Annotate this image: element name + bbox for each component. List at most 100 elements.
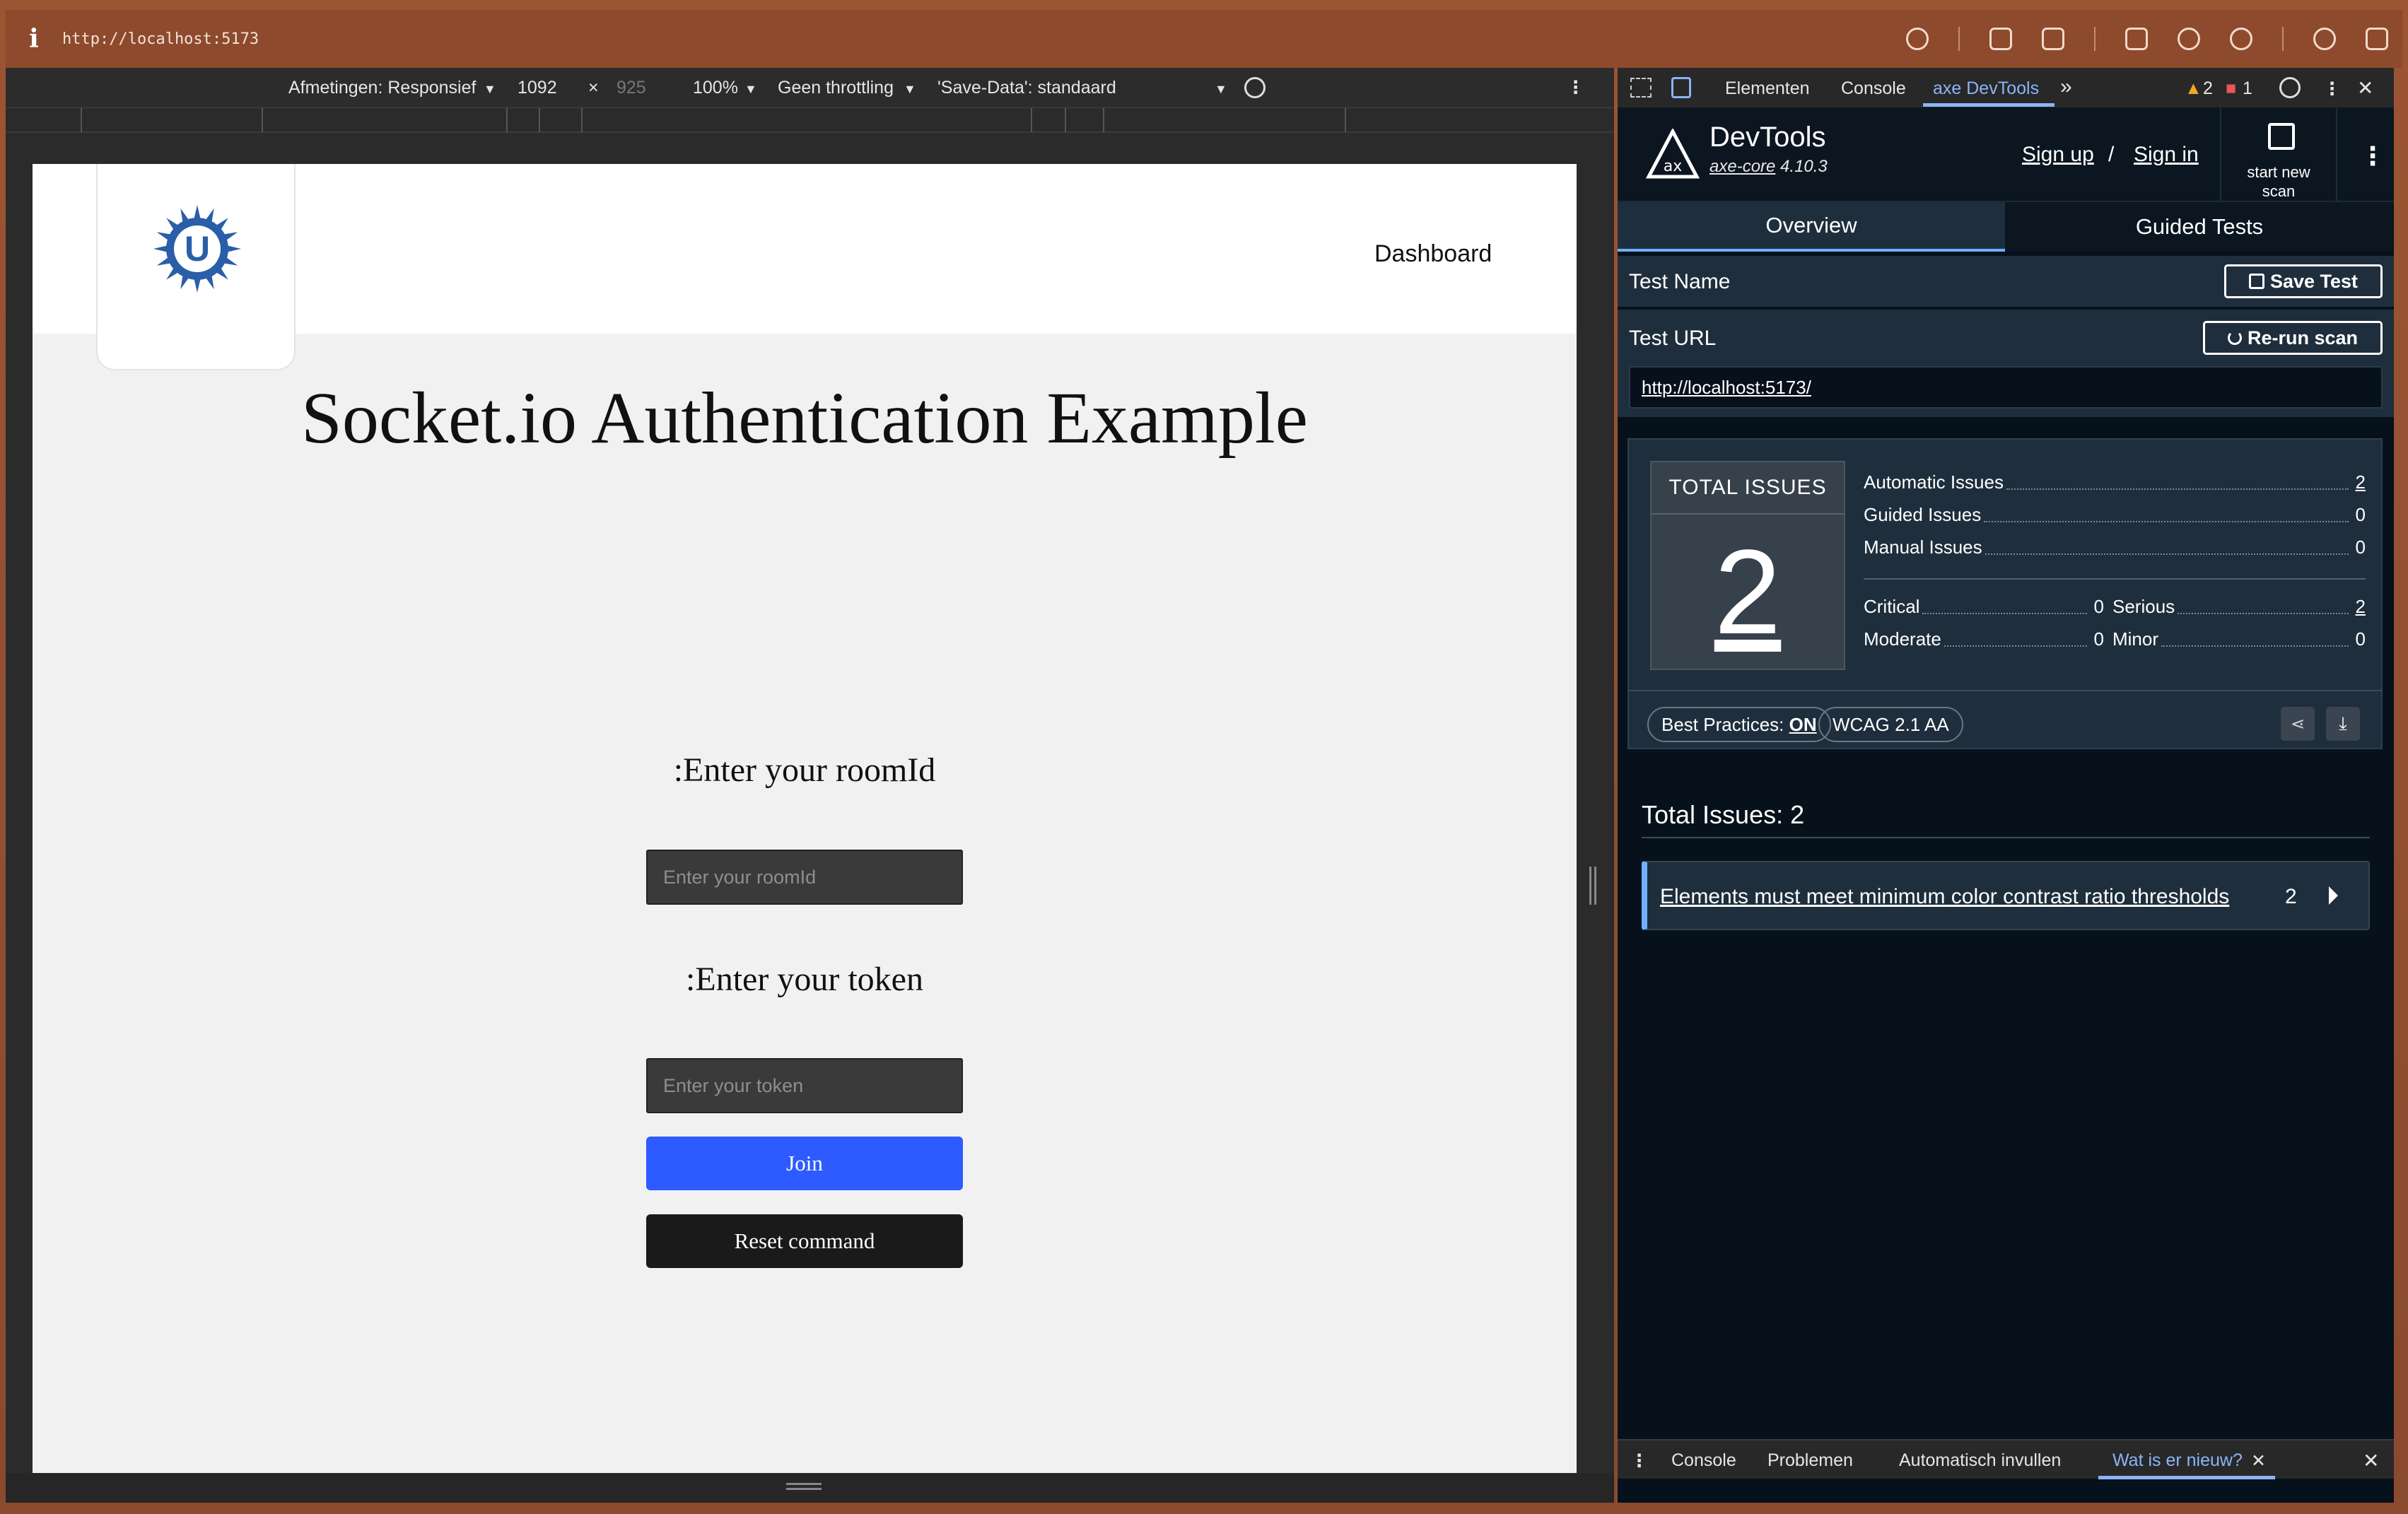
close-drawer-icon[interactable]: ✕ (2363, 1449, 2379, 1472)
stat-critical: Critical 0 (1864, 594, 2104, 619)
total-issues-count[interactable]: 2 (1652, 522, 1844, 663)
link-icon[interactable] (1906, 28, 1929, 50)
issue-title-link[interactable]: Elements must meet minimum color contras… (1660, 885, 2229, 909)
stat-value: 0 (2355, 628, 2366, 650)
globe-icon[interactable] (2178, 28, 2200, 50)
rotate-icon[interactable] (1244, 77, 1266, 98)
test-url-value[interactable]: http://localhost:5173/ (1629, 366, 2383, 409)
media-query-ruler[interactable] (6, 107, 1614, 133)
share-icon: ⋖ (2290, 714, 2305, 734)
gear-icon[interactable] (2279, 77, 2301, 98)
divider (1642, 837, 2370, 838)
stat-label: Guided Issues (1864, 503, 1982, 525)
error-icon[interactable]: ■ (2226, 78, 2236, 99)
resize-handle-horizontal[interactable] (786, 1483, 822, 1490)
save-test-label: Save Test (2269, 270, 2359, 292)
stat-value-link[interactable]: 2 (2353, 596, 2366, 618)
drawer-menu-icon[interactable]: ⋮ (1630, 1450, 1648, 1472)
reset-command-button[interactable]: Reset command (646, 1214, 963, 1268)
close-icon[interactable]: ✕ (2357, 76, 2373, 100)
sign-in-link[interactable]: Sign in (2134, 143, 2199, 167)
svg-text:ax: ax (1664, 158, 1683, 175)
stat-label: Serious (2112, 595, 2175, 617)
stat-value: 0 (2355, 503, 2366, 525)
tab-elements[interactable]: Elementen (1725, 78, 1810, 99)
issue-count: 2 (2285, 885, 2297, 908)
crosshair-icon[interactable] (2230, 28, 2252, 50)
more-options-icon[interactable]: ⋮ (2323, 78, 2341, 100)
page-title: Socket.io Authentication Example (301, 377, 1308, 459)
device-toggle-icon[interactable] (1671, 77, 1691, 98)
close-tab-icon[interactable]: ✕ (2251, 1450, 2266, 1472)
address-bar[interactable]: i http://localhost:5173 (6, 10, 2402, 68)
stat-value-link[interactable]: 2 (2353, 471, 2366, 493)
save-data-select[interactable]: 'Save-Data': standaard (937, 78, 1116, 98)
resize-handle-vertical[interactable] (1589, 867, 1596, 905)
more-tabs-icon[interactable]: » (2060, 75, 2072, 99)
zoom-select[interactable]: 100% (693, 78, 738, 98)
divider (2094, 27, 2096, 51)
logo-card[interactable]: U (96, 164, 296, 370)
logo-icon: U (153, 205, 241, 293)
width-input[interactable]: 1092 (518, 78, 557, 98)
leader-dots (1985, 539, 2349, 555)
camera-icon[interactable] (2042, 28, 2064, 50)
tab-overview[interactable]: Overview (1618, 202, 2005, 252)
token-label: :Enter your token (686, 961, 923, 998)
best-practices-toggle[interactable]: Best Practices: ON (1647, 707, 1831, 742)
drawer-tab-problems[interactable]: Problemen (1767, 1450, 1853, 1471)
drawer-tab-console[interactable]: Console (1671, 1450, 1736, 1471)
leader-dots (2006, 474, 2349, 490)
axe-brand: DevTools (1709, 122, 1826, 153)
throttling-select[interactable]: Geen throttling (778, 78, 894, 98)
axe-logo-icon: ax (1646, 129, 1700, 179)
sign-up-link[interactable]: Sign up (2022, 143, 2094, 167)
share-button[interactable]: ⋖ (2281, 707, 2315, 741)
refresh-icon (2227, 331, 2242, 345)
stat-guided: Guided Issues 0 (1864, 502, 2366, 527)
warning-icon[interactable]: ▲ (2185, 78, 2202, 99)
test-name-row: Test Name Save Test (1618, 256, 2394, 307)
dimensions-select[interactable]: Afmetingen: Responsief (288, 78, 476, 98)
active-tab-indicator (2098, 1476, 2275, 1479)
stat-value: 0 (2093, 628, 2104, 650)
more-options-icon[interactable]: ⋮ (1567, 77, 1584, 98)
tab-guided-tests[interactable]: Guided Tests (2005, 202, 2394, 252)
divider (1864, 578, 2366, 580)
terminal-icon[interactable] (2125, 28, 2148, 50)
axe-menu-icon[interactable]: ⋮ (2360, 141, 2385, 171)
leader-dots (2161, 631, 2349, 647)
extensions-icon[interactable] (2313, 28, 2336, 50)
issues-summary: TOTAL ISSUES 2 Automatic Issues 2 Guided … (1627, 438, 2383, 749)
divider (1629, 690, 2383, 691)
room-input[interactable]: Enter your roomId (646, 850, 963, 905)
save-test-button[interactable]: Save Test (2224, 264, 2383, 298)
inspect-element-icon[interactable] (1630, 78, 1652, 98)
site-info-icon[interactable]: i (6, 24, 62, 54)
height-input[interactable]: 925 (616, 78, 646, 98)
axe-header: ax DevTools axe-core 4.10.3 Sign up / Si… (1618, 107, 2394, 202)
drawer-tab-autofill[interactable]: Automatisch invullen (1899, 1450, 2061, 1471)
chevron-right-icon[interactable] (2329, 886, 2338, 905)
tab-console[interactable]: Console (1841, 78, 1906, 99)
separator-slash: / (2108, 143, 2115, 166)
tab-axe-devtools[interactable]: axe DevTools (1933, 78, 2039, 99)
rerun-scan-button[interactable]: Re-run scan (2203, 321, 2383, 355)
rerun-scan-label: Re-run scan (2247, 327, 2359, 348)
stat-serious: Serious 2 (2112, 594, 2366, 619)
token-input[interactable]: Enter your token (646, 1058, 963, 1113)
drawer-tab-whats-new[interactable]: Wat is er nieuw? (2112, 1450, 2243, 1471)
axe-core-link[interactable]: axe-core (1709, 157, 1775, 176)
start-new-scan-button[interactable]: start new scan (2220, 107, 2337, 202)
wcag-standard-badge[interactable]: WCAG 2.1 AA (1818, 707, 1963, 742)
sidebar-toggle-icon[interactable] (2366, 28, 2388, 50)
page-area: Afmetingen: Responsief ▼ 1092 × 925 100%… (6, 68, 1614, 1503)
issue-row-color-contrast[interactable]: Elements must meet minimum color contras… (1642, 861, 2370, 930)
export-button[interactable]: ⤓ (2326, 707, 2360, 741)
screenshot-area-icon[interactable] (1989, 28, 2012, 50)
url-text[interactable]: http://localhost:5173 (62, 30, 259, 48)
chevron-down-icon: ▼ (1215, 82, 1227, 96)
join-button[interactable]: Join (646, 1137, 963, 1190)
devtools-drawer: ⋮ Console Problemen Automatisch invullen… (1618, 1439, 2394, 1479)
nav-dashboard-link[interactable]: Dashboard (1374, 240, 1492, 268)
